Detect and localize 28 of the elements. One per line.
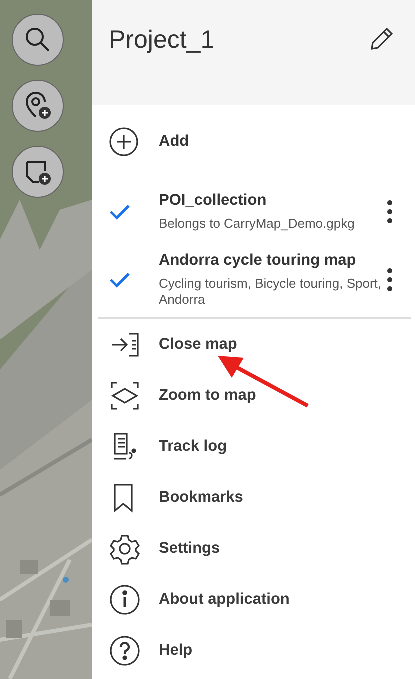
add-item[interactable]: Add [92,107,415,177]
edit-button[interactable] [369,26,395,52]
menu-item[interactable]: Bookmarks [92,472,415,523]
menu-item[interactable]: Close map [92,319,415,370]
settings-icon [109,532,141,564]
pencil-icon [369,26,395,52]
add-label: Add [159,133,190,151]
more-button[interactable] [387,200,393,224]
menu-item[interactable]: Zoom to map [92,370,415,421]
layer-description: Cycling tourism, Bicycle touring, Sport, Andorra [159,276,383,308]
check-icon[interactable] [109,204,131,220]
more-icon [387,200,393,224]
project-title: Project_1 [109,26,215,55]
add-pin-icon [23,91,53,121]
add-icon [109,127,139,157]
check-icon[interactable] [109,272,131,288]
info-icon [109,584,141,616]
zoom-extent-icon [109,380,141,412]
menu-item[interactable]: Help [92,625,415,676]
menu-item[interactable]: About application [92,574,415,625]
more-icon [387,268,393,292]
menu-item[interactable]: Track log [92,421,415,472]
layer-name: Andorra cycle touring map [159,252,358,270]
layer-description: Belongs to CarryMap_Demo.gpkg [159,216,356,232]
layer-name: POI_collection [159,192,268,210]
menu-item[interactable]: Settings [92,523,415,574]
help-icon [109,634,141,666]
more-button[interactable] [387,268,393,292]
